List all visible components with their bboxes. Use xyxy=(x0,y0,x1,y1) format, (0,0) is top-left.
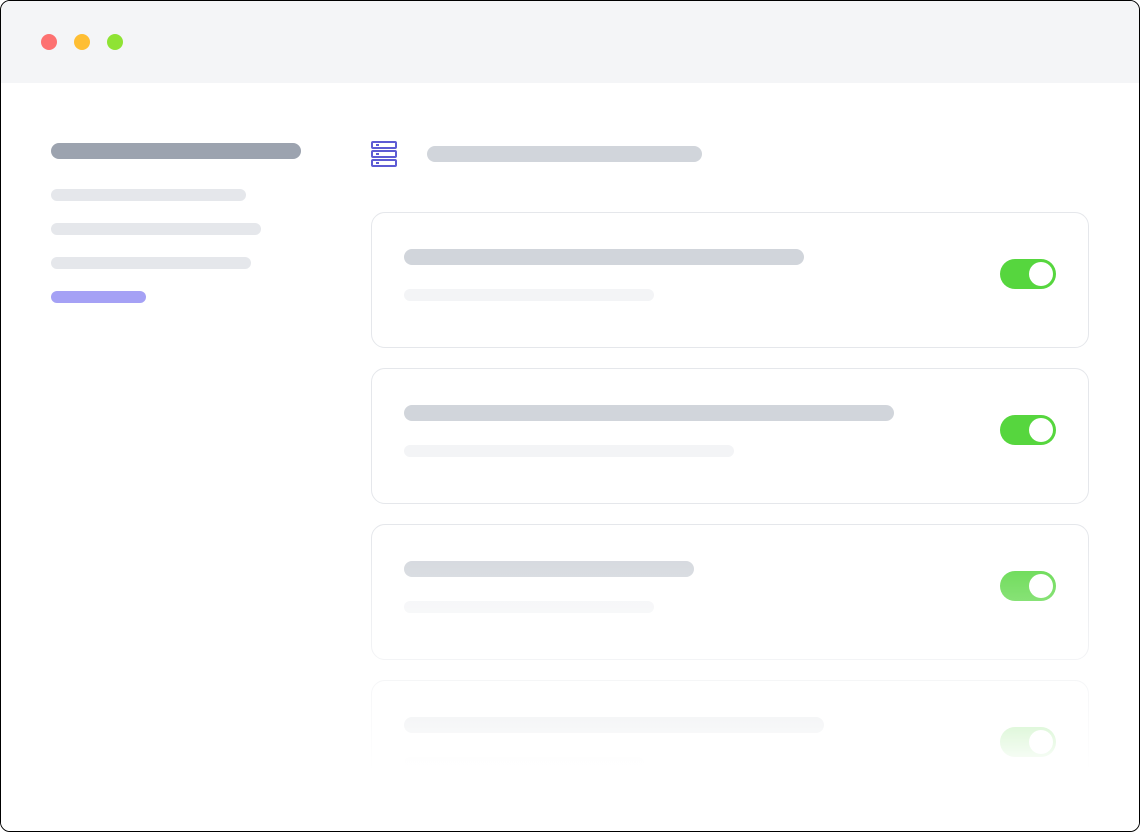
main-panel xyxy=(371,143,1089,831)
window-minimize-button[interactable] xyxy=(74,34,90,50)
server-stack-icon xyxy=(371,141,397,167)
setting-body xyxy=(404,561,980,613)
window-zoom-button[interactable] xyxy=(107,34,123,50)
titlebar xyxy=(1,1,1139,83)
setting-card-3 xyxy=(371,680,1089,816)
sidebar-item-0[interactable] xyxy=(51,189,246,201)
setting-title xyxy=(404,405,894,421)
sidebar-item-1[interactable] xyxy=(51,223,261,235)
content-area xyxy=(1,83,1139,831)
setting-title xyxy=(404,561,694,577)
setting-title xyxy=(404,717,824,733)
sidebar xyxy=(51,143,321,831)
setting-body xyxy=(404,405,980,457)
setting-title xyxy=(404,249,804,265)
setting-card-1 xyxy=(371,368,1089,504)
setting-subtitle xyxy=(404,757,644,769)
setting-toggle-1[interactable] xyxy=(1000,415,1056,445)
window-close-button[interactable] xyxy=(41,34,57,50)
setting-card-0 xyxy=(371,212,1089,348)
sidebar-item-3-active[interactable] xyxy=(51,291,146,303)
settings-list xyxy=(371,212,1089,816)
setting-subtitle xyxy=(404,445,734,457)
toggle-knob xyxy=(1029,418,1053,442)
setting-body xyxy=(404,717,980,769)
toggle-knob xyxy=(1029,730,1053,754)
sidebar-item-2[interactable] xyxy=(51,257,251,269)
setting-card-2 xyxy=(371,524,1089,660)
page-title xyxy=(427,146,702,162)
setting-subtitle xyxy=(404,289,654,301)
setting-toggle-2[interactable] xyxy=(1000,571,1056,601)
setting-toggle-0[interactable] xyxy=(1000,259,1056,289)
app-window xyxy=(0,0,1140,832)
sidebar-title xyxy=(51,143,301,159)
setting-subtitle xyxy=(404,601,654,613)
setting-toggle-3[interactable] xyxy=(1000,727,1056,757)
toggle-knob xyxy=(1029,574,1053,598)
toggle-knob xyxy=(1029,262,1053,286)
main-header xyxy=(371,141,1089,167)
setting-body xyxy=(404,249,980,301)
